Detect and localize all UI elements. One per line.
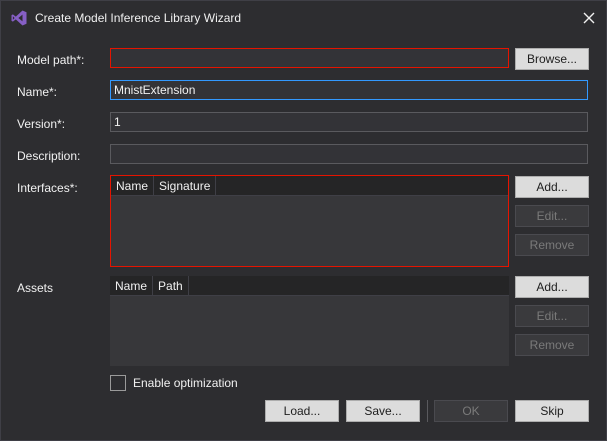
assets-remove-button[interactable]: Remove <box>515 334 589 356</box>
description-label: Description: <box>17 149 81 163</box>
assets-label: Assets <box>17 281 54 295</box>
interfaces-table-header: Name Signature <box>111 176 508 196</box>
browse-button[interactable]: Browse... <box>515 48 589 70</box>
interfaces-column-signature[interactable]: Signature <box>154 176 217 196</box>
close-button[interactable] <box>578 7 600 29</box>
window-title: Create Model Inference Library Wizard <box>35 11 242 25</box>
title-bar: Create Model Inference Library Wizard <box>1 1 606 35</box>
enable-optimization-label[interactable]: Enable optimization <box>133 376 238 390</box>
interfaces-remove-button[interactable]: Remove <box>515 234 589 256</box>
footer-separator <box>427 400 428 422</box>
model-path-input[interactable] <box>110 48 509 68</box>
assets-add-button[interactable]: Add... <box>515 276 589 298</box>
enable-optimization-checkbox[interactable] <box>110 375 126 391</box>
version-label: Version*: <box>17 117 66 131</box>
ok-button[interactable]: OK <box>434 400 508 422</box>
interfaces-edit-button[interactable]: Edit... <box>515 205 589 227</box>
description-input[interactable] <box>110 144 588 164</box>
model-path-label: Model path*: <box>17 53 85 67</box>
interfaces-column-name[interactable]: Name <box>111 176 155 196</box>
interfaces-label: Interfaces*: <box>17 181 78 195</box>
close-icon <box>583 12 595 24</box>
assets-table[interactable]: Name Path <box>110 276 509 366</box>
visual-studio-logo-icon <box>11 10 27 26</box>
interfaces-table[interactable]: Name Signature <box>110 175 509 267</box>
wizard-dialog: Create Model Inference Library Wizard Mo… <box>0 0 607 441</box>
name-label: Name*: <box>17 85 58 99</box>
skip-button[interactable]: Skip <box>515 400 589 422</box>
assets-column-path[interactable]: Path <box>153 276 189 296</box>
assets-column-name[interactable]: Name <box>110 276 154 296</box>
save-button[interactable]: Save... <box>346 400 420 422</box>
interfaces-add-button[interactable]: Add... <box>515 176 589 198</box>
load-button[interactable]: Load... <box>265 400 339 422</box>
version-input[interactable] <box>110 112 588 132</box>
name-input[interactable] <box>110 80 588 100</box>
assets-edit-button[interactable]: Edit... <box>515 305 589 327</box>
assets-table-header: Name Path <box>110 276 509 296</box>
